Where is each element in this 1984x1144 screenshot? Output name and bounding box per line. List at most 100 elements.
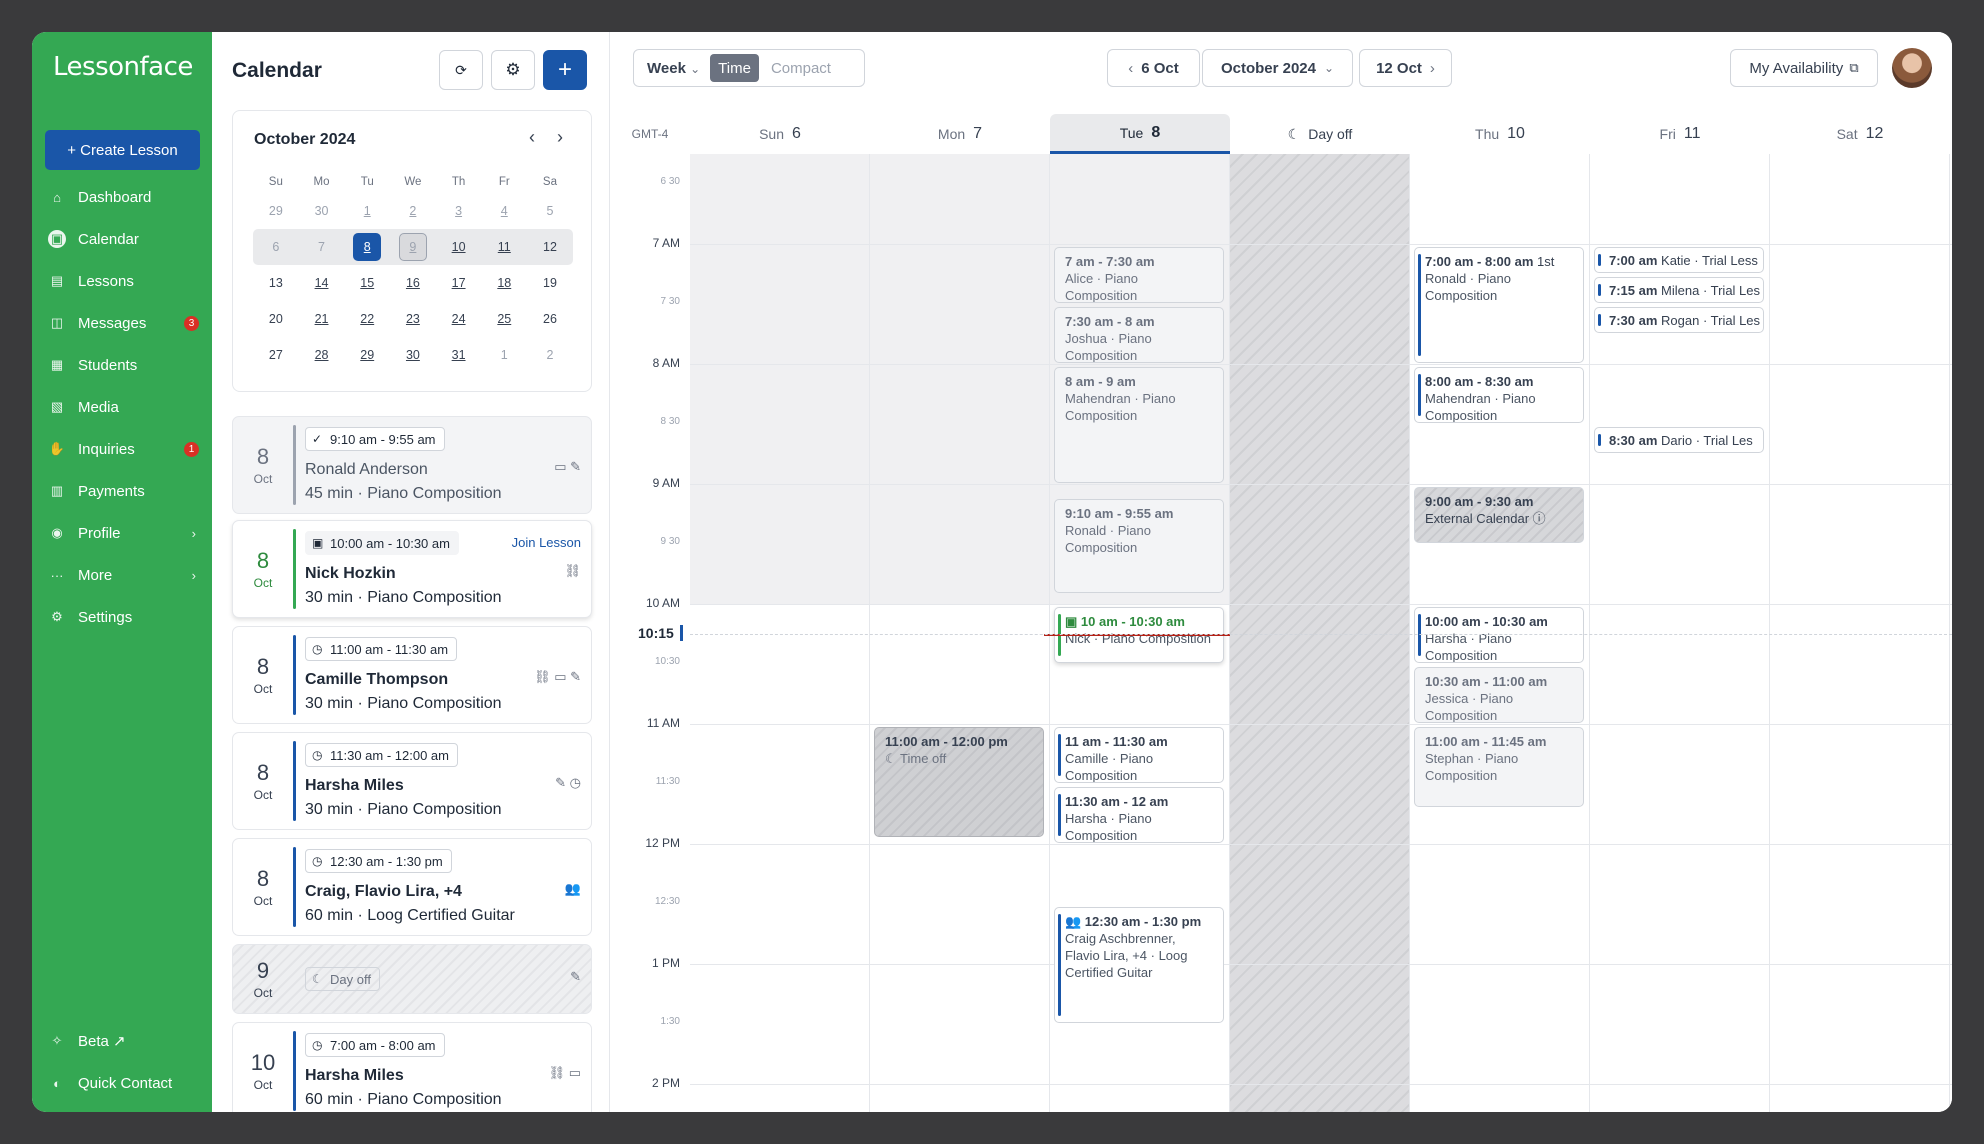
mini-day[interactable]: 16 (390, 269, 436, 297)
mini-day[interactable]: 15 (344, 269, 390, 297)
mini-day[interactable]: 30 (299, 197, 345, 225)
lesson-card[interactable]: 8 Oct ✓ 9:10 am - 9:55 am Ronald Anderson 45 … (232, 416, 592, 514)
mini-day[interactable]: 8 (344, 233, 390, 261)
calendar-event[interactable]: 9:00 am - 9:30 am External Calendar ⓘ (1414, 487, 1584, 543)
mini-day[interactable]: 1 (344, 197, 390, 225)
mini-day[interactable]: 1 (481, 341, 527, 369)
mini-day[interactable]: 25 (481, 305, 527, 333)
calendar-event[interactable]: 11:00 am - 11:45 am Stephan · Piano Compos… (1414, 727, 1584, 807)
sidebar-item-messages[interactable]: ◫ Messages 3 (32, 302, 212, 344)
sidebar-item-media[interactable]: ▧ Media (32, 386, 212, 428)
mini-day[interactable]: 17 (436, 269, 482, 297)
sidebar-item-profile[interactable]: ◉ Profile › (32, 512, 212, 554)
calendar-event[interactable]: 11:00 am - 12:00 pm ☾ Time off (874, 727, 1044, 837)
sync-button[interactable]: ⟳ (439, 50, 483, 90)
mini-prev-button[interactable]: ‹ (529, 127, 535, 148)
mini-day[interactable]: 11 (481, 233, 527, 261)
mini-day[interactable]: 5 (527, 197, 573, 225)
mini-day[interactable]: 22 (344, 305, 390, 333)
mini-day[interactable]: 6 (253, 233, 299, 261)
mini-next-button[interactable]: › (557, 127, 563, 148)
mini-day[interactable]: 30 (390, 341, 436, 369)
mini-day[interactable]: 26 (527, 305, 573, 333)
mini-day[interactable]: 19 (527, 269, 573, 297)
mini-day[interactable]: 29 (344, 341, 390, 369)
calendar-event[interactable]: 7:30 am Rogan · Trial Les (1594, 307, 1764, 333)
day-column[interactable] (1230, 154, 1410, 1112)
mini-day[interactable]: 10 (436, 233, 482, 261)
day-header[interactable]: Thu 10 (1410, 114, 1590, 154)
calendar-event[interactable]: 7:15 am Milena · Trial Les (1594, 277, 1764, 303)
lesson-action-icons[interactable]: ✎ (570, 969, 581, 985)
day-header[interactable]: Fri 11 (1590, 114, 1770, 154)
mini-day[interactable]: 7 (299, 233, 345, 261)
lesson-action-icons[interactable]: ▭ ✎ (554, 459, 581, 475)
lesson-card[interactable]: 8 Oct ◷ 12:30 am - 1:30 pm Craig, Flavio Lir… (232, 838, 592, 936)
avatar[interactable] (1892, 48, 1932, 88)
calendar-event[interactable]: 7:30 am - 8 am Joshua · Piano Composition (1054, 307, 1224, 363)
calendar-event[interactable]: 9:10 am - 9:55 am Ronald · Piano Compositi… (1054, 499, 1224, 594)
sidebar-item-dashboard[interactable]: ⌂ Dashboard (32, 176, 212, 218)
calendar-event[interactable]: 10:30 am - 11:00 am Jessica · Piano Compos… (1414, 667, 1584, 723)
mini-day[interactable]: 20 (253, 305, 299, 333)
day-header[interactable]: Sat 12 (1770, 114, 1950, 154)
sidebar-item-settings[interactable]: ⚙ Settings (32, 596, 212, 638)
mini-day[interactable]: 29 (253, 197, 299, 225)
lesson-action-icons[interactable]: ⛓ ▭ (549, 1065, 581, 1081)
create-lesson-button[interactable]: + Create Lesson (45, 130, 200, 170)
calendar-event[interactable]: 8:00 am - 8:30 am Mahendran · Piano Compos… (1414, 367, 1584, 423)
mini-day[interactable]: 2 (527, 341, 573, 369)
mini-day[interactable]: 21 (299, 305, 345, 333)
sidebar-item-inquiries[interactable]: ✋ Inquiries 1 (32, 428, 212, 470)
mini-day[interactable]: 4 (481, 197, 527, 225)
add-event-button[interactable]: + (543, 50, 587, 90)
lesson-card[interactable]: 9 Oct ☾ Day off ✎ (232, 944, 592, 1014)
mini-day[interactable]: 28 (299, 341, 345, 369)
next-week-button[interactable]: 12 Oct › (1359, 49, 1452, 87)
calendar-event[interactable]: 7 am - 7:30 am Alice · Piano Composition (1054, 247, 1224, 303)
sidebar-item-beta[interactable]: ✧ Beta ↗ (32, 1020, 212, 1062)
day-header[interactable]: ☾ Day off (1230, 114, 1410, 154)
mini-day[interactable]: 13 (253, 269, 299, 297)
lesson-action-icons[interactable]: ✎ ◷ (555, 775, 581, 791)
mini-day[interactable]: 27 (253, 341, 299, 369)
lesson-card[interactable]: 8 Oct ◷ 11:00 am - 11:30 am Camille Thompson… (232, 626, 592, 724)
month-select[interactable]: October 2024 ⌄ (1202, 49, 1353, 87)
my-availability-button[interactable]: My Availability ⧉ (1730, 49, 1878, 87)
sidebar-item-payments[interactable]: ▥ Payments (32, 470, 212, 512)
lesson-action-icons[interactable]: ⛓ ▭ ✎ (534, 669, 581, 685)
mini-day[interactable]: 3 (436, 197, 482, 225)
prev-week-button[interactable]: ‹ 6 Oct (1107, 49, 1200, 87)
sidebar-item-more[interactable]: ··· More › (32, 554, 212, 596)
sidebar-item-calendar[interactable]: ▣ Calendar (32, 218, 212, 260)
mini-day[interactable]: 31 (436, 341, 482, 369)
lesson-action-icons[interactable]: ⛓ (564, 563, 581, 579)
sidebar-item-lessons[interactable]: ▤ Lessons (32, 260, 212, 302)
mode-compact-toggle[interactable]: Compact (763, 54, 839, 82)
day-header[interactable]: Tue 8 (1050, 114, 1230, 154)
mini-day[interactable]: 18 (481, 269, 527, 297)
mini-day[interactable]: 24 (436, 305, 482, 333)
lesson-action-icons[interactable]: 👥 (565, 881, 581, 897)
mode-time-toggle[interactable]: Time (710, 54, 759, 82)
mini-day[interactable]: 23 (390, 305, 436, 333)
lesson-card[interactable]: 10 Oct ◷ 7:00 am - 8:00 am Harsha Miles 60 mi… (232, 1022, 592, 1112)
day-header[interactable]: Sun 6 (690, 114, 870, 154)
calendar-event[interactable]: 7:00 am - 8:00 am 1st Ronald · Piano Compo… (1414, 247, 1584, 363)
calendar-event[interactable]: 11:30 am - 12 am Harsha · Piano Compositio… (1054, 787, 1224, 843)
join-lesson-link[interactable]: Join Lesson (512, 535, 581, 550)
settings-button[interactable]: ⚙ (491, 50, 535, 90)
mini-day[interactable]: 14 (299, 269, 345, 297)
day-header[interactable]: Mon 7 (870, 114, 1050, 154)
lesson-card[interactable]: 8 Oct ▣ 10:00 am - 10:30 am Nick Hozkin 30 mi… (232, 520, 592, 618)
lesson-card[interactable]: 8 Oct ◷ 11:30 am - 12:00 am Harsha Miles 30 m… (232, 732, 592, 830)
calendar-event[interactable]: 👥 12:30 am - 1:30 pm Craig Aschbrenner, Fl… (1054, 907, 1224, 1023)
sidebar-item-students[interactable]: ▦ Students (32, 344, 212, 386)
mini-day[interactable]: 9 (390, 233, 436, 261)
calendar-event[interactable]: 11 am - 11:30 am Camille · Piano Compositi… (1054, 727, 1224, 783)
view-select[interactable]: Week ⌄ (634, 60, 700, 77)
mini-day[interactable]: 2 (390, 197, 436, 225)
calendar-event[interactable]: 8:30 am Dario · Trial Les (1594, 427, 1764, 453)
mini-day[interactable]: 12 (527, 233, 573, 261)
calendar-event[interactable]: 8 am - 9 am Mahendran · Piano Composition (1054, 367, 1224, 483)
